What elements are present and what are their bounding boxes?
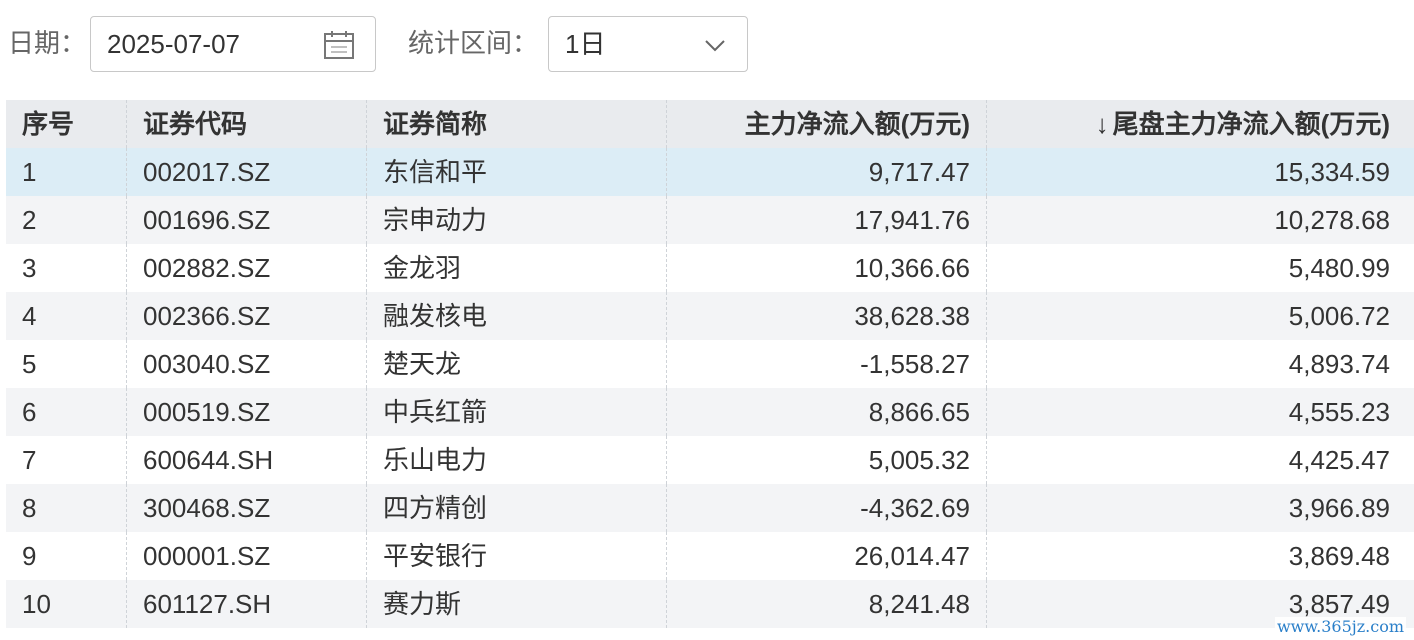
stock-name: 赛力斯 bbox=[366, 580, 666, 628]
tail-inflow-value: 4,893.74 bbox=[986, 340, 1414, 388]
stock-name: 楚天龙 bbox=[366, 340, 666, 388]
net-inflow-value: 8,866.65 bbox=[666, 388, 986, 436]
filter-bar: 日期： 2025-07-07 统计区间： 1日 bbox=[0, 0, 1414, 90]
stock-code: 002366.SZ bbox=[126, 292, 366, 340]
table-row[interactable]: 4 002366.SZ 融发核电 38,628.38 5,006.72 bbox=[6, 292, 1414, 340]
stock-name: 宗申动力 bbox=[366, 196, 666, 244]
stock-name: 东信和平 bbox=[366, 148, 666, 196]
tail-inflow-value: 5,480.99 bbox=[986, 244, 1414, 292]
tail-inflow-value: 15,334.59 bbox=[986, 148, 1414, 196]
stock-code: 003040.SZ bbox=[126, 340, 366, 388]
col-header-no[interactable]: 序号 bbox=[6, 100, 126, 148]
net-inflow-value: 8,241.48 bbox=[666, 580, 986, 628]
net-inflow-value: -4,362.69 bbox=[666, 484, 986, 532]
row-no: 3 bbox=[22, 253, 37, 283]
net-inflow-value: 9,717.47 bbox=[666, 148, 986, 196]
range-label: 统计区间： bbox=[408, 28, 539, 58]
table-row[interactable]: 6 000519.SZ 中兵红箭 8,866.65 4,555.23 bbox=[6, 388, 1414, 436]
calendar-icon[interactable] bbox=[323, 29, 355, 67]
net-inflow-value: 26,014.47 bbox=[666, 532, 986, 580]
table-row[interactable]: 3 002882.SZ 金龙羽 10,366.66 5,480.99 bbox=[6, 244, 1414, 292]
stock-code: 000519.SZ bbox=[126, 388, 366, 436]
stock-code: 300468.SZ bbox=[126, 484, 366, 532]
stock-code: 002017.SZ bbox=[126, 148, 366, 196]
stock-name: 四方精创 bbox=[366, 484, 666, 532]
stock-name: 金龙羽 bbox=[366, 244, 666, 292]
col-header-tail-inflow[interactable]: ↓ 尾盘主力净流入额(万元) bbox=[986, 100, 1414, 148]
watermark: www.365jz.com bbox=[1274, 617, 1406, 636]
range-select[interactable]: 1日 bbox=[548, 16, 748, 72]
tail-inflow-value: 10,278.68 bbox=[986, 196, 1414, 244]
col-header-name[interactable]: 证券简称 bbox=[366, 100, 666, 148]
tail-inflow-value: 4,555.23 bbox=[986, 388, 1414, 436]
stock-name: 乐山电力 bbox=[366, 436, 666, 484]
stock-code: 002882.SZ bbox=[126, 244, 366, 292]
row-no: 10 bbox=[22, 589, 51, 619]
col-header-net-inflow[interactable]: 主力净流入额(万元) bbox=[666, 100, 986, 148]
table-row[interactable]: 9 000001.SZ 平安银行 26,014.47 3,869.48 bbox=[6, 532, 1414, 580]
table-row[interactable]: 2 001696.SZ 宗申动力 17,941.76 10,278.68 bbox=[6, 196, 1414, 244]
table-row[interactable]: 10 601127.SH 赛力斯 8,241.48 3,857.49 bbox=[6, 580, 1414, 628]
stock-code: 600644.SH bbox=[126, 436, 366, 484]
net-inflow-value: -1,558.27 bbox=[666, 340, 986, 388]
table-body: 1 002017.SZ 东信和平 9,717.47 15,334.59 2 001696.S… bbox=[6, 148, 1414, 628]
row-no: 9 bbox=[22, 541, 37, 571]
tail-inflow-value: 5,006.72 bbox=[986, 292, 1414, 340]
table-row[interactable]: 1 002017.SZ 东信和平 9,717.47 15,334.59 bbox=[6, 148, 1414, 196]
stock-name: 融发核电 bbox=[366, 292, 666, 340]
row-no: 8 bbox=[22, 493, 37, 523]
table-row[interactable]: 7 600644.SH 乐山电力 5,005.32 4,425.47 bbox=[6, 436, 1414, 484]
date-picker[interactable]: 2025-07-07 bbox=[90, 16, 376, 72]
net-inflow-value: 5,005.32 bbox=[666, 436, 986, 484]
net-inflow-value: 38,628.38 bbox=[666, 292, 986, 340]
range-value: 1日 bbox=[565, 29, 606, 59]
row-no: 6 bbox=[22, 397, 37, 427]
stock-code: 001696.SZ bbox=[126, 196, 366, 244]
net-inflow-value: 10,366.66 bbox=[666, 244, 986, 292]
row-no: 7 bbox=[22, 445, 37, 475]
row-no: 2 bbox=[22, 205, 37, 235]
tail-inflow-value: 3,869.48 bbox=[986, 532, 1414, 580]
row-no: 5 bbox=[22, 349, 37, 379]
row-no: 1 bbox=[22, 157, 37, 187]
col-header-tail-inflow-label: 尾盘主力净流入额(万元) bbox=[1112, 109, 1390, 139]
stock-code: 601127.SH bbox=[126, 580, 366, 628]
row-no: 4 bbox=[22, 301, 37, 331]
stock-name: 平安银行 bbox=[366, 532, 666, 580]
sort-desc-icon[interactable]: ↓ bbox=[1096, 109, 1109, 139]
col-header-code[interactable]: 证券代码 bbox=[126, 100, 366, 148]
fund-flow-table: 序号 证券代码 证券简称 主力净流入额(万元) ↓ 尾盘主力净流入额(万元) 10… bbox=[6, 100, 1414, 628]
table-row[interactable]: 8 300468.SZ 四方精创 -4,362.69 3,966.89 bbox=[6, 484, 1414, 532]
table-header: 序号 证券代码 证券简称 主力净流入额(万元) ↓ 尾盘主力净流入额(万元) bbox=[6, 100, 1414, 148]
table-row[interactable]: 5 003040.SZ 楚天龙 -1,558.27 4,893.74 bbox=[6, 340, 1414, 388]
tail-inflow-value: 4,425.47 bbox=[986, 436, 1414, 484]
tail-inflow-value: 3,966.89 bbox=[986, 484, 1414, 532]
chevron-down-icon[interactable] bbox=[703, 33, 727, 63]
date-label: 日期： bbox=[8, 28, 87, 58]
stock-code: 000001.SZ bbox=[126, 532, 366, 580]
stock-name: 中兵红箭 bbox=[366, 388, 666, 436]
net-inflow-value: 17,941.76 bbox=[666, 196, 986, 244]
date-value: 2025-07-07 bbox=[107, 29, 240, 59]
